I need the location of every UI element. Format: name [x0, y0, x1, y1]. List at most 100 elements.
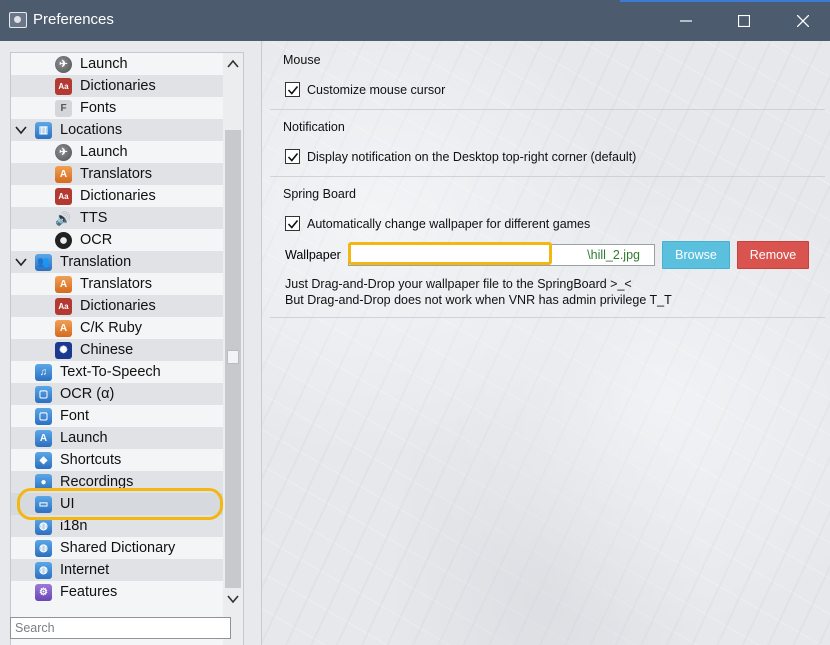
preferences-tree: ✈ Launch Aa Dictionaries F Fonts ▥ Locations ✈ La… — [10, 52, 244, 645]
sidebar-item-translators[interactable]: A Translators — [11, 163, 223, 185]
sidebar-item-label: Fonts — [80, 100, 117, 116]
minimize-button[interactable] — [663, 0, 709, 41]
display-notification-checkbox[interactable] — [285, 149, 300, 164]
sidebar-item-label: Text-To-Speech — [60, 364, 161, 380]
sidebar-item-label: Shortcuts — [60, 452, 122, 468]
shortcuts-icon: ◆ — [35, 452, 52, 469]
tree-scrollbar[interactable] — [223, 53, 243, 645]
globe-icon: ◍ — [35, 518, 52, 535]
sidebar-item-dictionaries[interactable]: Aa Dictionaries — [11, 75, 223, 97]
sidebar-item-label: Font — [60, 408, 90, 424]
sidebar-item-label: Dictionaries — [80, 188, 156, 204]
admin-privilege-hint: But Drag-and-Drop does not work when VNR… — [285, 293, 672, 307]
chevron-down-icon[interactable] — [14, 123, 28, 137]
browse-button[interactable]: Browse — [662, 241, 730, 269]
section-divider — [270, 176, 825, 177]
sidebar-item-ocr[interactable]: OCR — [11, 229, 223, 251]
notification-section-title: Notification — [283, 120, 345, 134]
font-file-icon: ▢ — [35, 408, 52, 425]
sidebar-item-internet[interactable]: ◍ Internet — [11, 559, 223, 581]
sidebar-item-locations[interactable]: ▥ Locations — [11, 119, 223, 141]
sidebar-item-label: Locations — [60, 122, 123, 138]
sidebar-item-ocr[interactable]: ▢ OCR (α) — [11, 383, 223, 405]
sun-flag-icon: ✺ — [55, 342, 72, 359]
drag-drop-hint: Just Drag-and-Drop your wallpaper file t… — [285, 277, 632, 291]
fonts-icon: F — [55, 100, 72, 117]
sidebar-item-features[interactable]: ⚙ Features — [11, 581, 223, 603]
section-divider — [270, 109, 825, 110]
checkmark-icon — [287, 85, 299, 95]
close-button[interactable] — [780, 0, 826, 41]
search-input[interactable] — [10, 617, 231, 639]
sidebar-item-tts[interactable]: 🔊 TTS — [11, 207, 223, 229]
auto-wallpaper-checkbox[interactable] — [285, 216, 300, 231]
section-divider — [270, 317, 825, 318]
ocr-disc-icon — [55, 232, 72, 249]
sidebar-item-text-to-speech[interactable]: ♫ Text-To-Speech — [11, 361, 223, 383]
sidebar-item-label: Launch — [80, 144, 128, 160]
sidebar-item-label: Translators — [80, 166, 152, 182]
sidebar-item-chinese[interactable]: ✺ Chinese — [11, 339, 223, 361]
wallpaper-label: Wallpaper — [285, 248, 341, 262]
dictionary-book-icon: Aa — [55, 298, 72, 315]
maximize-icon — [738, 14, 750, 27]
sidebar-item-shortcuts[interactable]: ◆ Shortcuts — [11, 449, 223, 471]
sidebar-item-label: Translators — [80, 276, 152, 292]
checkmark-icon — [287, 152, 299, 162]
sidebar-item-launch[interactable]: A Launch — [11, 427, 223, 449]
maximize-button[interactable] — [721, 0, 767, 41]
wallpaper-path-value: \hill_2.jpg — [587, 248, 640, 262]
sidebar-item-c-k-ruby[interactable]: A C/K Ruby — [11, 317, 223, 339]
title-bar: Preferences — [0, 0, 830, 41]
translator-icon: A — [55, 166, 72, 183]
settings-content: Mouse Customize mouse cursor Notificatio… — [262, 41, 830, 645]
mouse-section-title: Mouse — [283, 53, 321, 67]
chevron-down-icon[interactable] — [14, 255, 28, 269]
sidebar-item-label: Internet — [60, 562, 110, 578]
window-title: Preferences — [33, 11, 114, 28]
app-icon — [9, 12, 27, 28]
launch-a-icon: A — [35, 430, 52, 447]
speaker-icon: 🔊 — [55, 211, 72, 226]
checkmark-icon — [287, 219, 299, 229]
sidebar-item-shared-dictionary[interactable]: ◍ Shared Dictionary — [11, 537, 223, 559]
shared-globe-icon: ◍ — [35, 540, 52, 557]
sidebar-item-label: Chinese — [80, 342, 134, 358]
scroll-down-icon[interactable] — [226, 592, 240, 606]
people-icon: 👥 — [35, 254, 52, 271]
scrollbar-thumb[interactable] — [227, 350, 239, 364]
panel-splitter[interactable] — [250, 41, 262, 645]
sidebar-item-translation[interactable]: 👥 Translation — [11, 251, 223, 273]
sidebar-item-label: TTS — [80, 210, 108, 226]
remove-button[interactable]: Remove — [737, 241, 809, 269]
rocket-icon: ✈ — [55, 56, 72, 73]
close-icon — [797, 14, 809, 27]
sidebar-item-label: Dictionaries — [80, 298, 156, 314]
minimize-icon — [680, 19, 692, 22]
sidebar-item-launch[interactable]: ✈ Launch — [11, 53, 223, 75]
sidebar-item-label: Shared Dictionary — [60, 540, 176, 556]
sidebar-item-label: C/K Ruby — [80, 320, 143, 336]
library-building-icon: ▥ — [35, 122, 52, 139]
sidebar-item-label: Launch — [60, 430, 108, 446]
translator-icon: A — [55, 276, 72, 293]
sidebar-item-label: Features — [60, 584, 118, 600]
sidebar-item-dictionaries[interactable]: Aa Dictionaries — [11, 295, 223, 317]
dictionary-book-icon: Aa — [55, 188, 72, 205]
sidebar-item-fonts[interactable]: F Fonts — [11, 97, 223, 119]
scroll-up-icon[interactable] — [226, 57, 240, 71]
springboard-section-title: Spring Board — [283, 187, 356, 201]
internet-globe-icon: ◍ — [35, 562, 52, 579]
sidebar-item-launch[interactable]: ✈ Launch — [11, 141, 223, 163]
music-note-icon: ♫ — [35, 364, 52, 381]
sidebar-item-label: OCR (α) — [60, 386, 115, 402]
rocket-icon: ✈ — [55, 144, 72, 161]
document-icon: ▢ — [35, 386, 52, 403]
display-notification-label: Display notification on the Desktop top-… — [307, 150, 637, 164]
customize-cursor-checkbox[interactable] — [285, 82, 300, 97]
translator-icon: A — [55, 320, 72, 337]
sidebar-item-font[interactable]: ▢ Font — [11, 405, 223, 427]
sidebar-item-dictionaries[interactable]: Aa Dictionaries — [11, 185, 223, 207]
sidebar-item-translators[interactable]: A Translators — [11, 273, 223, 295]
redaction-box — [348, 242, 552, 265]
